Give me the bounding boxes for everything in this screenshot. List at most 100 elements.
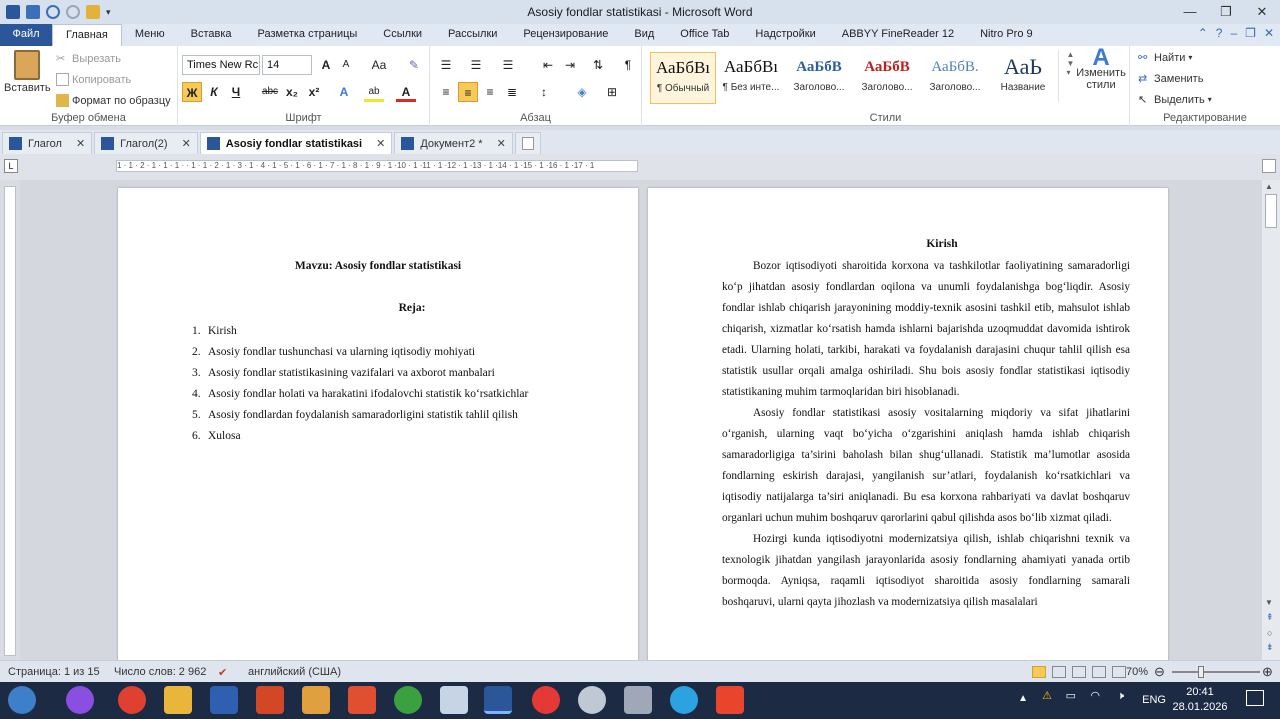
custom-qat-icon[interactable]	[86, 5, 100, 19]
web-layout-icon[interactable]	[1072, 666, 1086, 678]
tab-file[interactable]: Файл	[0, 24, 52, 46]
change-case-button[interactable]: Aa	[366, 55, 392, 75]
wifi-icon[interactable]: ◠	[1090, 689, 1100, 704]
find-button[interactable]: ⚯ Найти ▾	[1138, 51, 1192, 65]
zoom-level[interactable]: 70%	[1126, 666, 1148, 678]
tab-mailings[interactable]: Рассылки	[435, 24, 510, 46]
shading-icon[interactable]: ◈	[572, 82, 592, 102]
strikethrough-button[interactable]: abc	[258, 82, 282, 102]
network-tool-icon[interactable]	[624, 686, 652, 714]
style-heading-3[interactable]: АаБбВ. Заголово...	[922, 52, 988, 104]
borders-icon[interactable]: ⊞	[602, 82, 622, 102]
cut-button[interactable]: ✂ Вырезать	[56, 52, 121, 66]
zoom-slider-thumb[interactable]	[1198, 666, 1205, 678]
format-painter-button[interactable]: Формат по образцу	[56, 94, 171, 107]
paint-icon[interactable]	[348, 686, 376, 714]
powerpoint-icon[interactable]	[256, 686, 284, 714]
tab-selector-icon[interactable]: L	[4, 159, 18, 173]
vertical-ruler[interactable]	[4, 186, 16, 656]
folder-app-icon[interactable]	[302, 686, 330, 714]
input-language[interactable]: ENG	[1142, 693, 1166, 708]
restore-icon[interactable]: ❐	[1208, 0, 1244, 24]
doc-tab[interactable]: Глагол(2) ✕	[94, 132, 198, 154]
file-explorer-icon[interactable]	[164, 686, 192, 714]
select-button[interactable]: ↖ Выделить ▾	[1138, 93, 1212, 107]
vertical-scrollbar[interactable]: ▲ ▼ ⇞ ○ ⇟	[1262, 180, 1280, 660]
superscript-button[interactable]: x²	[304, 82, 324, 102]
media-player-icon[interactable]	[210, 686, 238, 714]
tab-page-layout[interactable]: Разметка страницы	[245, 24, 371, 46]
tab-abbyy[interactable]: ABBYY FineReader 12	[829, 24, 967, 46]
align-left-icon[interactable]: ≡	[436, 82, 456, 102]
ribbon-collapse-icon[interactable]: ⌃	[1198, 26, 1208, 40]
close-icon[interactable]: ✕	[76, 137, 85, 150]
yandex-icon[interactable]	[532, 686, 560, 714]
change-styles-button[interactable]: A Изменить стили	[1074, 46, 1128, 92]
disk-tool-icon[interactable]	[578, 686, 606, 714]
doc-tab[interactable]: Документ2 * ✕	[394, 132, 513, 154]
telegram-icon[interactable]	[670, 686, 698, 714]
tab-addins[interactable]: Надстройки	[742, 24, 828, 46]
tab-office-tab[interactable]: Office Tab	[667, 24, 742, 46]
page-count[interactable]: Страница: 1 из 15	[8, 666, 100, 678]
style-no-spacing[interactable]: АаБбВı ¶ Без инте...	[718, 52, 784, 104]
doc-tab[interactable]: Глагол ✕	[2, 132, 93, 154]
draft-icon[interactable]	[1112, 666, 1126, 678]
chrome-icon[interactable]	[118, 686, 146, 714]
font-color-button[interactable]: A	[396, 82, 416, 102]
tab-review[interactable]: Рецензирование	[510, 24, 621, 46]
grow-font-button[interactable]: A	[316, 55, 336, 75]
horizontal-ruler[interactable]: 1 · 1 · 2 · 1 · 1 · 1 · · 1 · 1 · 2 · 1 …	[116, 160, 638, 172]
replace-button[interactable]: ⇄ Заменить	[1138, 72, 1203, 86]
clear-format-icon[interactable]: ✎	[404, 55, 424, 75]
battery-icon[interactable]: ▭	[1066, 689, 1076, 704]
style-heading-1[interactable]: АаБбВ Заголово...	[786, 52, 852, 104]
subscript-button[interactable]: x₂	[282, 82, 302, 102]
tray-expand-icon[interactable]: ▲	[1018, 691, 1028, 706]
tab-nitro[interactable]: Nitro Pro 9	[967, 24, 1046, 46]
align-center-icon[interactable]: ≡	[458, 82, 478, 102]
zoom-slider[interactable]	[1172, 666, 1260, 678]
tab-menu[interactable]: Меню	[122, 24, 178, 46]
doc-close-icon[interactable]: ✕	[1264, 26, 1274, 40]
volume-icon[interactable]: 🕨	[1117, 689, 1124, 704]
print-layout-icon[interactable]	[1032, 666, 1046, 678]
style-heading-2[interactable]: АаБбВ Заголово...	[854, 52, 920, 104]
doc-minimize-icon[interactable]: –	[1230, 26, 1237, 40]
pdf-app-icon[interactable]	[716, 686, 744, 714]
undo-icon[interactable]	[46, 5, 60, 19]
clock[interactable]: 20:41 28.01.2026	[1172, 685, 1228, 715]
scroll-down-icon[interactable]: ▼	[1265, 598, 1273, 607]
qat-dropdown-icon[interactable]: ▾	[106, 7, 111, 18]
italic-button[interactable]: К	[204, 82, 224, 102]
justify-icon[interactable]: ≣	[502, 82, 522, 102]
page-1[interactable]: Mavzu: Asosiy fondlar statistikasi Reja:…	[118, 188, 638, 660]
save-icon[interactable]	[26, 5, 40, 19]
word-taskbar-icon[interactable]	[484, 686, 512, 714]
decrease-indent-icon[interactable]: ⇤	[538, 55, 558, 75]
minimize-icon[interactable]: —	[1172, 0, 1208, 24]
font-name-combo[interactable]: Times New Rc	[182, 55, 260, 75]
tab-view[interactable]: Вид	[621, 24, 667, 46]
underline-button[interactable]: Ч	[226, 82, 246, 102]
redo-icon[interactable]	[66, 5, 80, 19]
torrent-icon[interactable]	[394, 686, 422, 714]
numbering-icon[interactable]: ☰	[466, 55, 486, 75]
sort-icon[interactable]: ⇅	[588, 55, 608, 75]
alice-icon[interactable]	[66, 686, 94, 714]
proofing-icon[interactable]: ✔	[218, 666, 227, 679]
language[interactable]: английский (США)	[248, 666, 341, 678]
font-size-combo[interactable]: 14	[262, 55, 312, 75]
increase-indent-icon[interactable]: ⇥	[560, 55, 580, 75]
outline-icon[interactable]	[1092, 666, 1106, 678]
tab-references[interactable]: Ссылки	[370, 24, 435, 46]
style-normal[interactable]: АаБбВı ¶ Обычный	[650, 52, 716, 104]
warning-icon[interactable]: ⚠	[1042, 689, 1052, 704]
help-icon[interactable]: ?	[1216, 26, 1223, 40]
word-app-icon[interactable]	[6, 5, 20, 19]
show-marks-button[interactable]: ¶	[618, 55, 638, 75]
full-screen-icon[interactable]	[1052, 666, 1066, 678]
bold-button[interactable]: Ж	[182, 82, 202, 102]
page-2[interactable]: Kirish Bozor iqtisodiyoti sharoitida kor…	[648, 188, 1168, 660]
close-icon[interactable]: ✕	[376, 137, 385, 150]
